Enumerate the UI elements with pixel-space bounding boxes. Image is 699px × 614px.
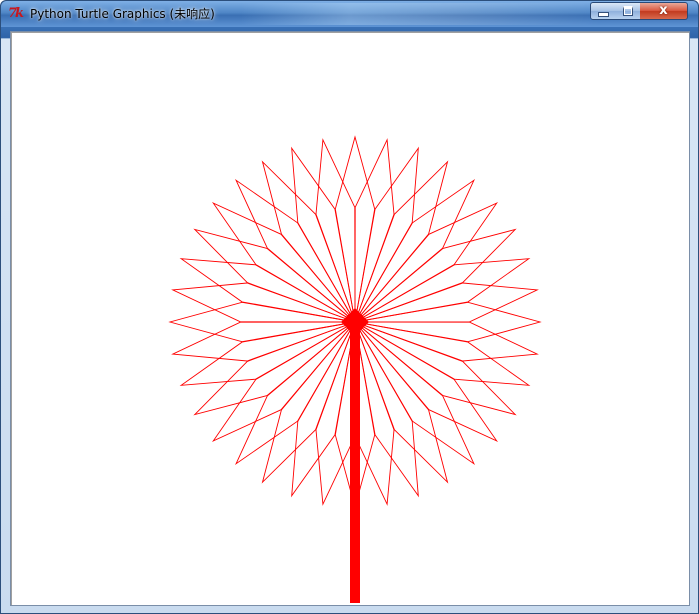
window-title: Python Turtle Graphics (未响应) (30, 7, 215, 21)
turtle-window: 7k Python Turtle Graphics (未响应) x (0, 0, 699, 614)
turtle-canvas[interactable] (13, 35, 687, 603)
close-icon: x (659, 3, 668, 18)
turtle-canvas-frame (10, 31, 690, 606)
title-bar-glass (241, 3, 601, 25)
maximize-icon (622, 6, 633, 16)
close-button[interactable]: x (640, 2, 688, 20)
maximize-button[interactable] (615, 2, 641, 20)
tk-app-icon[interactable]: 7k (8, 6, 26, 22)
title-bar[interactable]: 7k Python Turtle Graphics (未响应) x (1, 1, 698, 27)
minimize-button[interactable] (590, 2, 616, 20)
minimize-icon (597, 11, 609, 17)
